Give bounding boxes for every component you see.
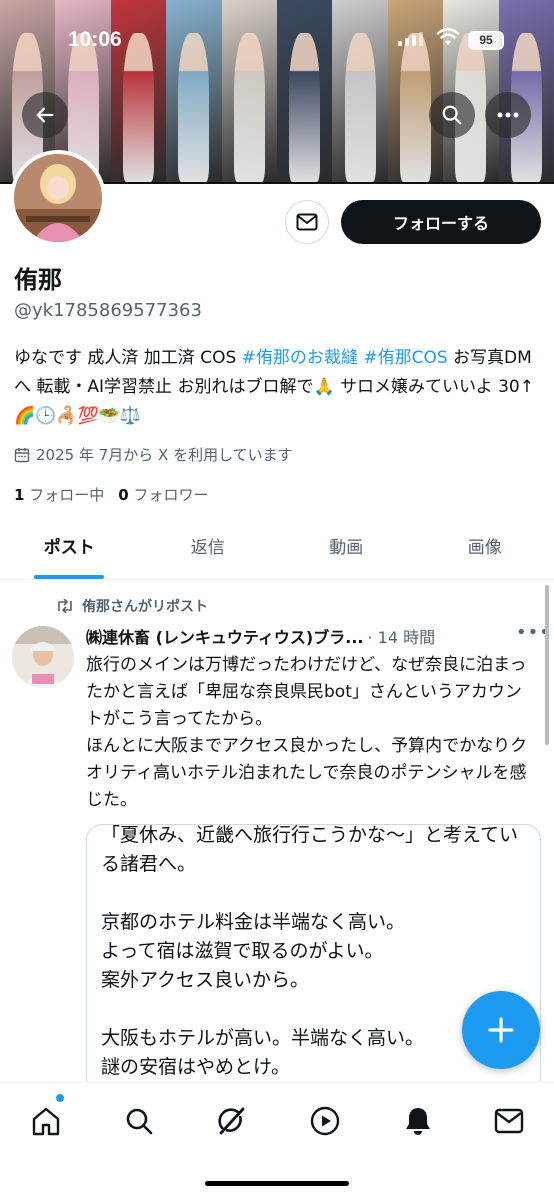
home-indicator (205, 1181, 349, 1186)
tab-posts[interactable]: ポスト (0, 524, 139, 579)
profile-handle: @yk1785869577363 (14, 300, 202, 321)
following-count: 1 (14, 486, 25, 504)
post-time[interactable]: · 14 時間 (367, 624, 435, 648)
message-button[interactable] (285, 200, 329, 244)
profile-bio: ゆなです 成人済 加工済 COS #侑那のお裁縫 #侑那COS お写真DMへ 転… (14, 344, 540, 431)
hashtag-link[interactable]: #侑那COS (363, 348, 447, 368)
profile-name: 侑那 (14, 266, 62, 294)
tab-replies[interactable]: 返信 (139, 524, 278, 579)
more-icon[interactable] (485, 92, 531, 138)
followers-label: フォロワー (133, 486, 209, 504)
tab-videos[interactable]: 動画 (277, 524, 416, 579)
search-icon[interactable] (119, 1101, 159, 1141)
status-bar: 10:06 95 (0, 0, 554, 80)
envelope-icon (296, 213, 318, 231)
join-date-text: 2025 年 7月から X を利用しています (36, 446, 293, 464)
notifications-icon[interactable] (398, 1101, 438, 1141)
post-text: 旅行のメインは万博だったわけだけど、なぜ奈良に泊まったかと言えば「卑屈な奈良県民… (86, 655, 528, 810)
cellular-signal-icon (398, 32, 423, 46)
post-author-name[interactable]: ㈱連休畜 (レンキュウティウス)ブラ... (86, 624, 363, 648)
grok-icon[interactable] (211, 1101, 251, 1141)
plus-icon (488, 1017, 514, 1043)
following-label: フォロー中 (29, 486, 105, 504)
repost-label: 侑那さんがリポスト (82, 599, 208, 615)
post-header: ㈱連休畜 (レンキュウティウス)ブラ... · 14 時間 (86, 624, 516, 648)
following-link[interactable]: 1 フォロー中 (14, 484, 104, 505)
video-icon[interactable] (305, 1101, 345, 1141)
bio-text: ゆなです 成人済 加工済 COS (14, 348, 242, 368)
profile-avatar[interactable] (10, 150, 106, 246)
search-icon[interactable] (429, 92, 475, 138)
notification-dot (56, 1094, 64, 1102)
compose-post-button[interactable] (462, 991, 540, 1069)
wifi-icon (436, 28, 460, 52)
followers-count: 0 (118, 486, 129, 504)
home-icon[interactable] (26, 1101, 66, 1141)
follow-counts: 1 フォロー中 0 フォロワー (14, 484, 208, 505)
post-author-avatar[interactable] (12, 626, 74, 688)
hashtag-link[interactable]: #侑那のお裁縫 (242, 348, 358, 368)
follow-button[interactable]: フォローする (341, 200, 541, 244)
calendar-icon (14, 447, 30, 462)
profile-tabs: ポスト 返信 動画 画像 (0, 524, 554, 580)
quoted-post-text: 「夏休み、近畿へ旅行行こうかな～」と考えている諸君へ。 京都のホテル料金は半端な… (101, 824, 519, 1093)
join-date: 2025 年 7月から X を利用しています (14, 444, 293, 465)
battery-indicator: 95 (468, 31, 504, 50)
repost-icon (58, 599, 72, 613)
status-time: 10:06 (68, 28, 122, 51)
tab-images[interactable]: 画像 (416, 524, 554, 579)
followers-link[interactable]: 0 フォロワー (118, 484, 208, 505)
back-arrow-icon[interactable] (22, 92, 68, 138)
messages-icon[interactable] (489, 1101, 529, 1141)
scrollbar[interactable] (545, 585, 549, 745)
repost-indicator: 侑那さんがリポスト (56, 596, 208, 616)
